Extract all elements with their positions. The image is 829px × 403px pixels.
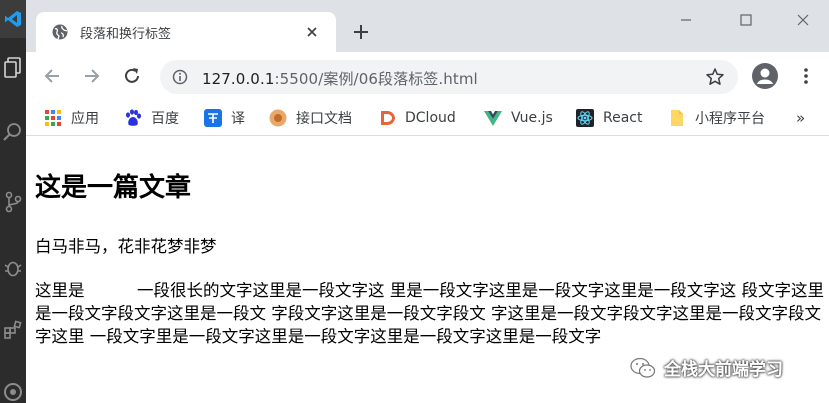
browser-toolbar: 127.0.0.1:5500/案例/06段落标签.html: [26, 52, 829, 100]
active-tab[interactable]: 段落和换行标签: [36, 12, 336, 52]
url-text[interactable]: 127.0.0.1:5500/案例/06段落标签.html: [202, 68, 478, 89]
paragraph-1: 白马非马，花非花梦非梦: [35, 237, 217, 256]
source-control-icon[interactable]: [0, 182, 26, 222]
minimize-icon[interactable]: [676, 10, 696, 30]
paragraph-2: 这里是 一段很长的文字这里是一段文字这 里是一段文字这里是一段文字这里是一段文字…: [35, 281, 824, 346]
react-icon: [576, 109, 594, 127]
profile-avatar-icon[interactable]: [751, 62, 779, 90]
debug-icon[interactable]: [0, 248, 26, 288]
explorer-icon[interactable]: [0, 48, 26, 88]
api-doc-icon: [269, 109, 287, 127]
extensions-icon[interactable]: [0, 310, 26, 350]
bookmark-label: 百度: [151, 111, 179, 127]
close-tab-icon[interactable]: [304, 24, 320, 40]
forward-icon[interactable]: [82, 66, 102, 86]
baidu-paw-icon: [126, 109, 141, 126]
page-content: 这是一篇文章 白马非马，花非花梦非梦 这里是 一段很长的文字这里是一段文字这 里…: [26, 137, 829, 403]
bookmark-apps[interactable]: 应用: [44, 108, 99, 128]
url-host: 127.0.0.1: [202, 70, 275, 88]
wechat-watermark: 全栈大前端学习: [630, 355, 783, 380]
apps-grid-icon: [45, 110, 61, 126]
bookmark-label: 小程序平台: [695, 111, 765, 127]
folder-icon: [671, 110, 683, 126]
back-icon[interactable]: [42, 66, 62, 86]
bookmark-baidu[interactable]: 百度: [124, 108, 179, 128]
bookmark-label: DCloud: [405, 110, 456, 126]
tab-strip: 段落和换行标签: [26, 0, 829, 52]
watermark-text: 全栈大前端学习: [664, 360, 783, 380]
maximize-icon[interactable]: [736, 10, 756, 30]
bookmark-label: 应用: [71, 111, 99, 127]
globe-icon: [52, 24, 68, 40]
bookmark-label: 接口文档: [296, 111, 352, 127]
url-path: :5500/案例/06段落标签.html: [274, 70, 478, 88]
more-menu-icon[interactable]: [796, 66, 816, 86]
reload-icon[interactable]: [122, 66, 142, 86]
info-icon[interactable]: [172, 69, 188, 85]
vscode-activity-bar: [0, 0, 26, 403]
translate-icon: [204, 109, 222, 127]
page-heading: 这是一篇文章: [35, 173, 192, 203]
bookmark-dcloud[interactable]: DCloud: [378, 108, 456, 128]
wechat-icon: [630, 357, 656, 378]
bookmark-star-icon[interactable]: [705, 67, 725, 87]
browser-window: 段落和换行标签 127.0.0.1:5500/案例/06段落标签.html 应用…: [26, 0, 829, 403]
bookmark-react[interactable]: React: [576, 108, 642, 128]
address-bar[interactable]: 127.0.0.1:5500/案例/06段落标签.html: [160, 60, 738, 94]
search-icon[interactable]: [0, 112, 26, 152]
bookmark-label: React: [603, 110, 643, 126]
bookmark-translate[interactable]: 译: [204, 108, 245, 128]
bookmarks-overflow-button[interactable]: »: [796, 109, 805, 127]
bookmark-vue[interactable]: Vue.js: [484, 108, 553, 128]
tab-title: 段落和换行标签: [80, 27, 172, 42]
bookmark-api-doc[interactable]: 接口文档: [269, 108, 352, 128]
bookmarks-bar: 应用 百度 译 接口文档 DCloud Vue.js React 小程序平台 »: [26, 100, 829, 136]
vscode-logo-icon[interactable]: [0, 0, 26, 38]
new-tab-icon[interactable]: [351, 22, 371, 42]
bookmark-mini-program[interactable]: 小程序平台: [668, 108, 765, 128]
remote-icon[interactable]: [0, 372, 26, 403]
dcloud-icon: [381, 111, 395, 125]
vue-icon: [484, 111, 502, 126]
bookmark-label: Vue.js: [511, 110, 553, 126]
close-window-icon[interactable]: [793, 10, 813, 30]
bookmark-label: 译: [231, 111, 245, 127]
